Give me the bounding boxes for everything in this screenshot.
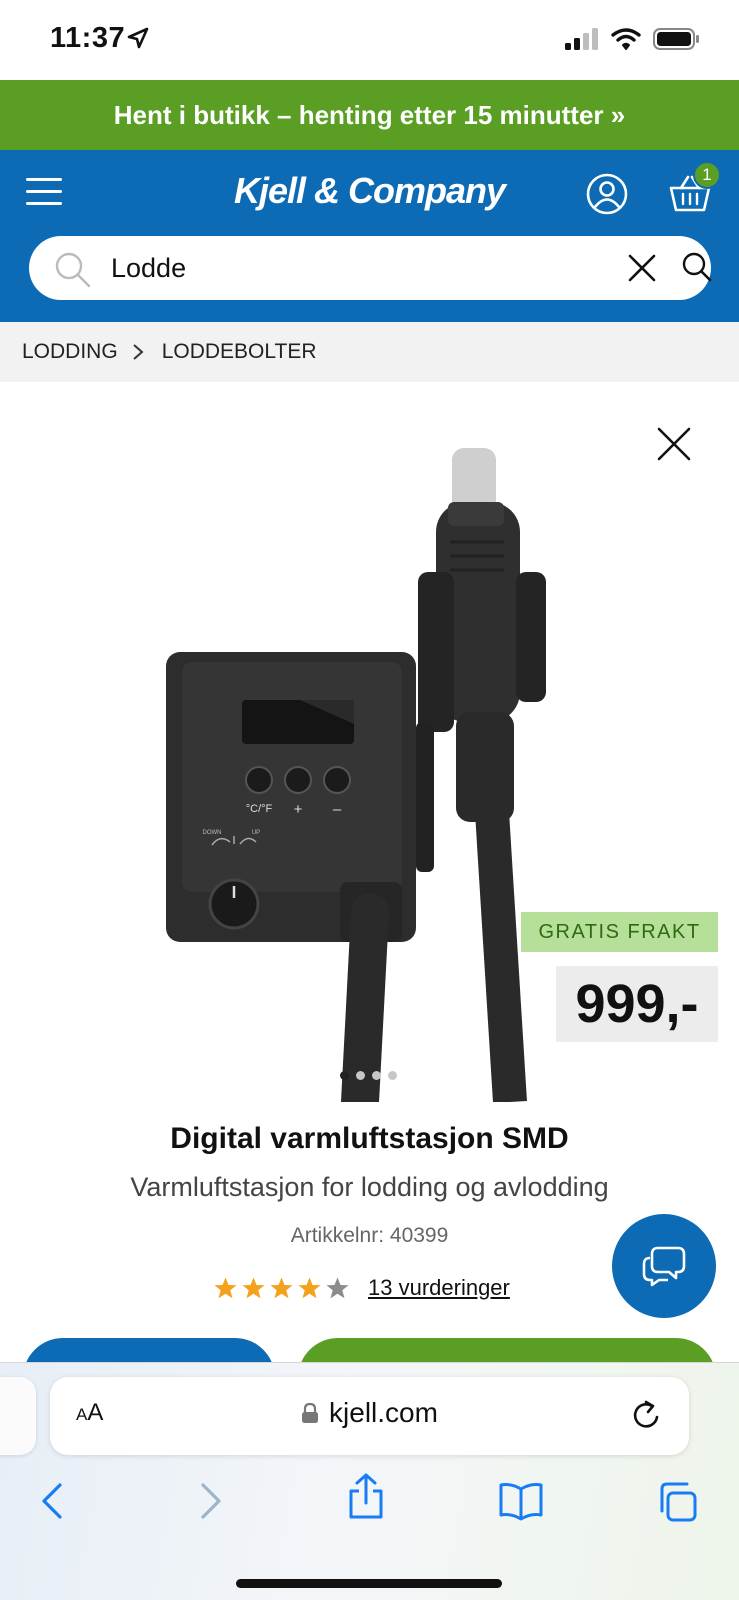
panel-label-down: DOWN bbox=[203, 830, 222, 836]
panel-label-unit: °C/°F bbox=[246, 803, 273, 815]
carousel-dot[interactable] bbox=[340, 1071, 349, 1080]
carousel-dot[interactable] bbox=[388, 1071, 397, 1080]
carousel-dot[interactable] bbox=[372, 1071, 381, 1080]
star-icon bbox=[298, 1277, 321, 1299]
address-bar[interactable]: AA kjell.com bbox=[50, 1377, 689, 1455]
bookmarks-icon[interactable] bbox=[498, 1481, 544, 1521]
lock-icon bbox=[302, 1402, 319, 1423]
product-image-carousel[interactable]: °C/°F + – DOWN UP GRATIS FRAKT 999,- bbox=[0, 382, 739, 1102]
home-indicator bbox=[236, 1579, 502, 1588]
chat-button[interactable] bbox=[612, 1214, 716, 1318]
reload-icon[interactable] bbox=[632, 1399, 662, 1431]
chevron-right-icon bbox=[132, 343, 144, 361]
carousel-dot[interactable] bbox=[356, 1071, 365, 1080]
chat-bubbles-icon bbox=[642, 1246, 686, 1287]
share-icon[interactable] bbox=[346, 1473, 386, 1521]
previous-tab-peek[interactable] bbox=[0, 1377, 36, 1455]
breadcrumb-item-loddebolter[interactable]: LODDEBOLTER bbox=[162, 340, 317, 364]
cellular-signal-icon bbox=[565, 28, 598, 50]
status-bar: 11:37 bbox=[0, 0, 739, 80]
pickup-promo-banner[interactable]: Hent i butikk – henting etter 15 minutte… bbox=[0, 80, 739, 150]
star-icon bbox=[270, 1277, 293, 1299]
free-shipping-badge: GRATIS FRAKT bbox=[521, 912, 718, 952]
rating-stars bbox=[213, 1276, 350, 1300]
cart-count-badge: 1 bbox=[693, 161, 721, 189]
product-price: 999,- bbox=[556, 966, 718, 1042]
product-title: Digital varmluftstasjon SMD bbox=[170, 1122, 569, 1155]
carousel-dots bbox=[340, 1071, 397, 1080]
site-header: Kjell & Company 1 bbox=[0, 150, 739, 322]
close-icon[interactable] bbox=[656, 426, 692, 462]
breadcrumb: LODDING LODDEBOLTER bbox=[0, 322, 739, 382]
status-time: 11:37 bbox=[50, 22, 126, 54]
panel-label-plus: + bbox=[294, 801, 303, 818]
browser-nav-row bbox=[0, 1473, 739, 1541]
browser-toolbar: AA kjell.com bbox=[0, 1362, 739, 1600]
back-icon[interactable] bbox=[40, 1481, 64, 1521]
wifi-icon bbox=[611, 28, 641, 50]
search-input[interactable] bbox=[111, 248, 551, 288]
tabs-icon[interactable] bbox=[656, 1481, 698, 1523]
product-rating: 13 vurderinger bbox=[213, 1275, 510, 1301]
panel-label-up: UP bbox=[252, 830, 260, 836]
url-text: kjell.com bbox=[329, 1397, 438, 1428]
breadcrumb-item-lodding[interactable]: LODDING bbox=[22, 340, 118, 364]
clear-search-icon[interactable] bbox=[627, 253, 657, 283]
reviews-link[interactable]: 13 vurderinger bbox=[368, 1275, 510, 1301]
product-image-hot-air-station: °C/°F + – DOWN UP bbox=[166, 448, 546, 1102]
search-submit-icon[interactable] bbox=[681, 251, 713, 283]
star-icon bbox=[214, 1277, 237, 1299]
search-bar bbox=[29, 236, 713, 300]
location-arrow-icon bbox=[127, 27, 149, 49]
search-icon bbox=[55, 252, 91, 288]
panel-label-minus: – bbox=[333, 801, 342, 818]
product-subtitle: Varmluftstasjon for lodding og avlodding bbox=[130, 1172, 609, 1202]
star-icon bbox=[242, 1277, 265, 1299]
account-icon[interactable] bbox=[585, 172, 629, 216]
promo-text: Hent i butikk – henting etter 15 minutte… bbox=[113, 99, 626, 130]
star-icon bbox=[326, 1277, 349, 1299]
forward-icon[interactable] bbox=[199, 1481, 223, 1521]
battery-icon bbox=[653, 28, 699, 50]
